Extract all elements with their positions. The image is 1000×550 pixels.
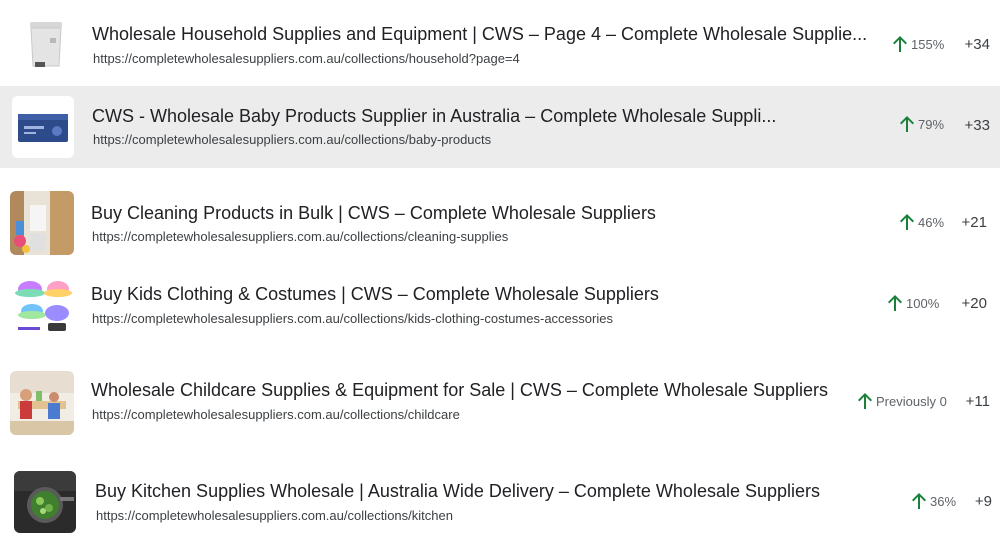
result-row[interactable]: Buy Cleaning Products in Bulk | CWS – Co…	[0, 182, 1000, 266]
change-value: 155%	[911, 36, 945, 52]
result-url: https://completewholesalesuppliers.com.a…	[96, 508, 453, 523]
result-title[interactable]: Wholesale Household Supplies and Equipme…	[92, 23, 882, 45]
result-row[interactable]: Wholesale Household Supplies and Equipme…	[0, 0, 1000, 86]
change-value: 46%	[918, 214, 945, 230]
arrow-up-icon	[912, 493, 926, 509]
delta-value: +21	[961, 214, 987, 231]
result-url: https://completewholesalesuppliers.com.a…	[92, 407, 460, 422]
delta-value: +33	[964, 117, 990, 134]
change-indicator: 79%	[899, 115, 944, 133]
delta-value: +11	[965, 393, 990, 410]
change-indicator: 46%	[899, 213, 944, 231]
cleaning-room-image	[10, 191, 74, 255]
change-value: 36%	[930, 493, 957, 509]
result-title[interactable]: Buy Kitchen Supplies Wholesale | Austral…	[95, 480, 855, 502]
change-indicator: 36%	[911, 492, 956, 510]
change-value: 100%	[906, 295, 940, 311]
change-value: 79%	[918, 116, 945, 132]
arrow-up-icon	[858, 393, 872, 409]
childcare-room-image	[10, 371, 74, 435]
kids-hats-image	[12, 273, 74, 335]
result-row[interactable]: CWS - Wholesale Baby Products Supplier i…	[0, 86, 1000, 168]
arrow-up-icon	[900, 214, 914, 230]
result-url: https://completewholesalesuppliers.com.a…	[92, 229, 509, 244]
arrow-up-icon	[900, 116, 914, 132]
result-url: https://completewholesalesuppliers.com.a…	[93, 51, 520, 66]
kitchen-colander-image	[14, 471, 76, 533]
result-row[interactable]: Buy Kitchen Supplies Wholesale | Austral…	[0, 460, 1000, 550]
result-row[interactable]: Buy Kids Clothing & Costumes | CWS – Com…	[0, 266, 1000, 346]
result-title[interactable]: Buy Cleaning Products in Bulk | CWS – Co…	[91, 202, 851, 224]
arrow-up-icon	[888, 295, 902, 311]
result-title[interactable]: CWS - Wholesale Baby Products Supplier i…	[92, 105, 882, 127]
arrow-up-icon	[893, 36, 907, 52]
change-indicator: Previously 0	[857, 392, 947, 410]
change-value: Previously 0	[876, 393, 947, 409]
bin-product-image	[14, 12, 76, 74]
result-url: https://completewholesalesuppliers.com.a…	[93, 132, 492, 147]
delta-value: +20	[961, 295, 987, 312]
result-row[interactable]: Wholesale Childcare Supplies & Equipment…	[0, 360, 1000, 446]
delta-value: +9	[974, 493, 992, 510]
baby-product-box-image	[12, 96, 74, 158]
delta-value: +34	[964, 36, 990, 53]
result-url: https://completewholesalesuppliers.com.a…	[92, 311, 613, 326]
change-indicator: 100%	[887, 294, 939, 312]
change-indicator: 155%	[892, 35, 944, 53]
result-title[interactable]: Wholesale Childcare Supplies & Equipment…	[91, 379, 851, 401]
result-title[interactable]: Buy Kids Clothing & Costumes | CWS – Com…	[91, 283, 851, 305]
